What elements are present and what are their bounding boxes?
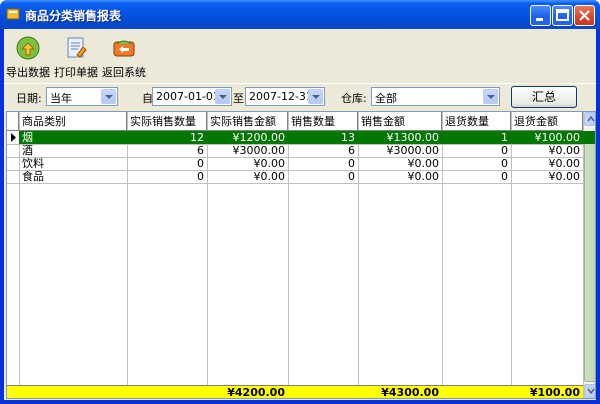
table-cell[interactable]: ¥100.00 — [511, 131, 583, 144]
table-cell[interactable]: 烟 — [19, 131, 127, 144]
table-cell[interactable]: 13 — [288, 131, 358, 144]
chevron-down-icon[interactable] — [101, 89, 116, 104]
window-title: 商品分类销售报表 — [25, 9, 122, 23]
table-cell[interactable]: 0 — [288, 157, 358, 170]
date-label: 日期: — [16, 92, 42, 105]
date-range-select[interactable]: 当年 — [46, 87, 118, 106]
start-date-value: 2007-01-01 — [156, 90, 220, 103]
summary-button[interactable]: 汇总 — [511, 86, 577, 108]
client-area: 导出数据 打印单据 返回系统 日期: 当年 自 2007-01-01 至 200… — [4, 29, 596, 400]
column-header[interactable]: 退货数量 — [442, 112, 511, 131]
table-cell[interactable]: ¥0.00 — [358, 157, 442, 170]
table-cell[interactable]: ¥0.00 — [511, 157, 583, 170]
table-cell[interactable]: 食品 — [19, 170, 127, 183]
table-cell[interactable]: 6 — [127, 144, 207, 157]
table-cell[interactable]: 0 — [127, 157, 207, 170]
total-cell: ¥100.00 — [529, 386, 580, 399]
total-cell — [19, 386, 127, 398]
table-cell[interactable]: 0 — [442, 170, 511, 183]
table-cell[interactable]: ¥0.00 — [207, 157, 288, 170]
print-icon — [67, 37, 87, 58]
column-header[interactable]: 销售金额 — [358, 112, 442, 131]
title-bar[interactable]: 商品分类销售报表 — [0, 0, 600, 29]
return-icon — [113, 40, 135, 57]
grid-row-line — [7, 183, 583, 184]
close-button[interactable] — [574, 5, 595, 26]
sales-grid[interactable]: 商品类别 实际销售数量 实际销售金额 销售数量 销售金额 退货数量 退货金额烟 12 ¥1200… — [6, 111, 596, 399]
table-cell[interactable]: ¥3000.00 — [358, 144, 442, 157]
return-system-label: 返回系统 — [102, 66, 146, 79]
return-system-button[interactable]: 返回系统 — [102, 35, 146, 80]
column-header[interactable]: 退货金额 — [511, 112, 583, 131]
toolbar: 导出数据 打印单据 返回系统 — [4, 29, 596, 83]
report-window: 商品分类销售报表 导出数据 打印单据 返回系统 日期: 当年 自 2007-01… — [0, 0, 600, 404]
column-header[interactable]: 商品类别 — [19, 112, 127, 131]
warehouse-label: 仓库: — [341, 92, 367, 105]
table-cell[interactable]: ¥0.00 — [207, 170, 288, 183]
start-date-picker[interactable]: 2007-01-01 — [152, 87, 232, 106]
column-header[interactable]: 销售数量 — [288, 112, 358, 131]
table-cell[interactable]: 6 — [288, 144, 358, 157]
table-cell[interactable]: 12 — [127, 131, 207, 144]
row-header-corner — [7, 112, 19, 131]
column-header[interactable]: 实际销售数量 — [127, 112, 207, 131]
warehouse-select[interactable]: 全部 — [371, 87, 500, 106]
maximize-button[interactable] — [552, 5, 573, 26]
chevron-down-icon[interactable] — [483, 89, 498, 104]
print-document-button[interactable]: 打印单据 — [54, 35, 98, 80]
total-cell: ¥4200.00 — [227, 386, 285, 399]
table-cell[interactable]: ¥0.00 — [358, 170, 442, 183]
end-date-value: 2007-12-31 — [249, 90, 313, 103]
table-cell[interactable]: 0 — [442, 144, 511, 157]
print-document-label: 打印单据 — [54, 66, 98, 79]
filter-bar: 日期: 当年 自 2007-01-01 至 2007-12-31 仓库: 全部 … — [4, 83, 596, 111]
total-cell — [442, 386, 511, 398]
table-cell[interactable]: ¥0.00 — [511, 144, 583, 157]
current-row-indicator-icon — [11, 133, 16, 142]
table-cell[interactable]: ¥0.00 — [511, 170, 583, 183]
to-label: 至 — [233, 92, 244, 105]
column-header[interactable]: 实际销售金额 — [207, 112, 288, 131]
vertical-scrollbar[interactable] — [583, 112, 595, 398]
close-icon — [579, 10, 590, 21]
arrow-down-icon — [587, 388, 595, 395]
chevron-down-icon[interactable] — [215, 89, 230, 104]
total-cell — [127, 386, 207, 398]
maximize-icon — [556, 9, 569, 21]
minimize-button[interactable] — [530, 5, 551, 26]
export-data-button[interactable]: 导出数据 — [6, 35, 50, 80]
app-icon — [6, 8, 20, 20]
total-cell — [288, 386, 358, 398]
table-cell[interactable]: ¥3000.00 — [207, 144, 288, 157]
table-cell[interactable]: 0 — [442, 157, 511, 170]
end-date-picker[interactable]: 2007-12-31 — [245, 87, 325, 106]
table-cell[interactable]: 0 — [127, 170, 207, 183]
table-cell[interactable]: 0 — [288, 170, 358, 183]
scroll-down-button[interactable] — [584, 384, 595, 398]
grid-column-line — [583, 112, 584, 398]
scroll-up-button[interactable] — [584, 112, 595, 126]
table-cell[interactable]: 饮料 — [19, 157, 127, 170]
chevron-down-icon[interactable] — [308, 89, 323, 104]
minimize-icon — [536, 18, 543, 21]
table-cell[interactable]: ¥1200.00 — [207, 131, 288, 144]
window-frame-bottom — [0, 400, 600, 404]
date-range-value: 当年 — [50, 92, 72, 105]
scroll-thumb[interactable] — [584, 132, 595, 382]
export-icon — [16, 36, 40, 60]
table-cell[interactable]: 酒 — [19, 144, 127, 157]
table-cell[interactable]: ¥1300.00 — [358, 131, 442, 144]
warehouse-value: 全部 — [375, 92, 397, 105]
export-data-label: 导出数据 — [6, 66, 50, 79]
arrow-up-icon — [587, 115, 595, 122]
total-cell: ¥4300.00 — [381, 386, 439, 399]
table-cell[interactable]: 1 — [442, 131, 511, 144]
